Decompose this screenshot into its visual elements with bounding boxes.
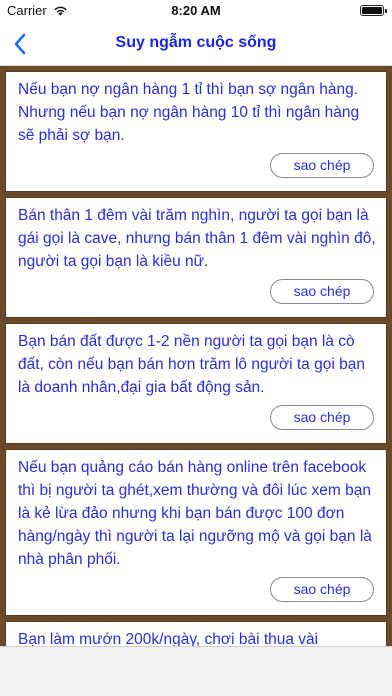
quote-list[interactable]: Nếu bạn nợ ngân hàng 1 tỉ thì bạn sợ ngâ… xyxy=(0,66,392,696)
quote-card: Bạn bán đất được 1-2 nền người ta gọi bạ… xyxy=(5,323,387,444)
quote-text: Nếu bạn nợ ngân hàng 1 tỉ thì bạn sợ ngâ… xyxy=(18,81,360,144)
battery-icon xyxy=(360,5,387,16)
quote-card: Nếu bạn quảng cáo bán hàng online trên f… xyxy=(5,449,387,616)
quote-card: Nếu bạn nợ ngân hàng 1 tỉ thì bạn sợ ngâ… xyxy=(5,71,387,192)
quote-text: Nếu bạn quảng cáo bán hàng online trên f… xyxy=(18,459,372,568)
copy-button[interactable]: sao chép xyxy=(270,279,374,304)
quote-text: Bán thân 1 đêm vài trăm nghìn, người ta … xyxy=(18,207,376,270)
page-title: Suy ngẫm cuộc sống xyxy=(115,34,277,51)
navigation-bar: Suy ngẫm cuộc sống xyxy=(0,22,392,66)
copy-button[interactable]: sao chép xyxy=(270,405,374,430)
status-bar: Carrier 8:20 AM xyxy=(0,0,392,22)
copy-button[interactable]: sao chép xyxy=(270,577,374,602)
copy-button[interactable]: sao chép xyxy=(270,153,374,178)
quote-text: Bạn bán đất được 1-2 nền người ta gọi bạ… xyxy=(18,333,365,396)
quote-card: Bán thân 1 đêm vài trăm nghìn, người ta … xyxy=(5,197,387,318)
status-time: 8:20 AM xyxy=(171,3,221,18)
bottom-bar xyxy=(0,646,392,696)
